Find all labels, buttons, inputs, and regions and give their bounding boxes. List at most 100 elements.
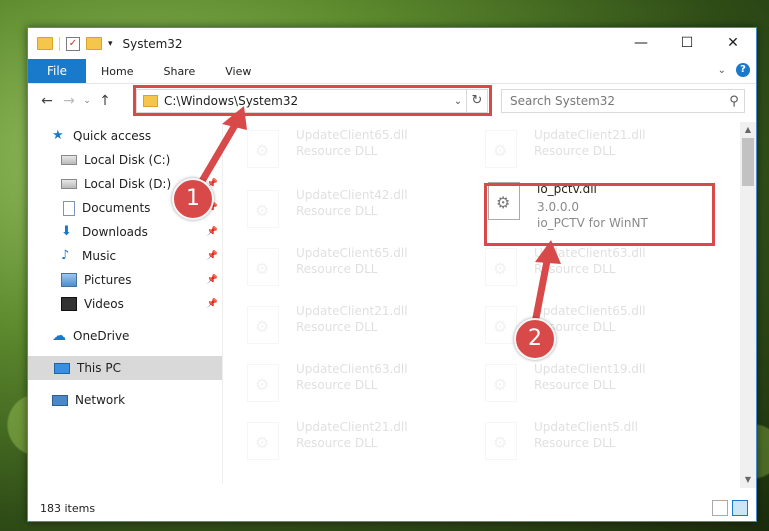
star-icon: ★ xyxy=(52,128,64,143)
pin-icon[interactable]: 📌 xyxy=(207,227,218,237)
file-item[interactable]: UpdateClient63.dll Resource DLL xyxy=(233,356,463,408)
file-item[interactable]: UpdateClient65.dll Resource DLL xyxy=(233,122,463,174)
music-icon: ♪ xyxy=(61,248,70,263)
sidebar-item-downloads[interactable]: ⬇ Downloads 📌 xyxy=(28,220,222,244)
window-controls: — ☐ ✕ xyxy=(618,28,756,58)
sidebar-item-label: Local Disk (C:) xyxy=(84,153,171,167)
file-item[interactable]: UpdateClient19.dll Resource DLL xyxy=(471,356,701,408)
file-description: Resource DLL xyxy=(296,144,378,158)
status-bar: 183 items xyxy=(28,495,756,521)
sidebar-item-label: Documents xyxy=(82,201,151,215)
file-name: UpdateClient65.dll xyxy=(296,246,408,260)
ribbon-right: ⌄ ? xyxy=(718,63,750,77)
address-bar-highlight xyxy=(133,85,492,116)
dll-file-icon xyxy=(485,422,517,460)
new-folder-icon[interactable] xyxy=(86,37,102,50)
file-item[interactable]: UpdateClient21.dll Resource DLL xyxy=(233,298,463,350)
file-description: Resource DLL xyxy=(296,320,378,334)
documents-icon xyxy=(63,200,75,216)
sidebar-item-label: This PC xyxy=(77,361,121,375)
folder-icon xyxy=(37,37,53,50)
sidebar-item-this-pc[interactable]: This PC xyxy=(28,356,222,380)
tab-file[interactable]: File xyxy=(28,59,86,83)
toolbar-divider xyxy=(59,36,60,51)
sidebar-item-quick-access[interactable]: ★ Quick access xyxy=(28,124,222,148)
sidebar-item-local-disk-c[interactable]: Local Disk (C:) xyxy=(28,148,222,172)
search-placeholder[interactable]: Search System32 xyxy=(502,94,724,108)
pictures-icon xyxy=(61,273,77,287)
sidebar-item-music[interactable]: ♪ Music 📌 xyxy=(28,244,222,268)
file-item[interactable]: UpdateClient21.dll Resource DLL xyxy=(233,414,463,466)
back-arrow-icon[interactable]: ← xyxy=(36,93,58,109)
sidebar-item-label: OneDrive xyxy=(73,329,130,343)
file-description: Resource DLL xyxy=(296,204,378,218)
tiles-view-icon[interactable] xyxy=(732,500,748,516)
cloud-icon: ☁ xyxy=(52,328,66,344)
network-icon xyxy=(52,394,68,406)
file-name: UpdateClient63.dll xyxy=(534,246,646,260)
forward-arrow-icon[interactable]: → xyxy=(58,93,80,109)
help-icon[interactable]: ? xyxy=(736,63,750,77)
file-name: UpdateClient19.dll xyxy=(534,362,646,376)
search-icon[interactable]: ⚲ xyxy=(724,94,744,109)
up-arrow-icon[interactable]: ↑ xyxy=(94,93,116,109)
window-title: System32 xyxy=(122,36,183,51)
pin-icon[interactable]: 📌 xyxy=(207,275,218,285)
minimize-button[interactable]: — xyxy=(618,28,664,58)
vertical-scrollbar[interactable]: ▲ ▼ xyxy=(740,122,756,488)
tab-share[interactable]: Share xyxy=(148,65,210,78)
computer-icon xyxy=(54,362,70,374)
scroll-down-arrow-icon[interactable]: ▼ xyxy=(740,472,756,488)
sidebar-item-label: Network xyxy=(75,393,126,407)
dll-file-icon xyxy=(247,248,279,286)
file-item[interactable]: UpdateClient65.dll Resource DLL xyxy=(471,298,701,350)
sidebar-item-label: Pictures xyxy=(84,273,132,287)
item-count: 183 items xyxy=(40,501,96,515)
customize-toolbar-chevron-icon[interactable]: ▾ xyxy=(108,39,113,49)
sidebar-item-label: Downloads xyxy=(82,225,148,239)
pin-icon[interactable]: 📌 xyxy=(207,251,218,261)
details-view-icon[interactable] xyxy=(712,500,728,516)
quick-access-toolbar: ✓ ▾ xyxy=(37,36,113,51)
file-item[interactable]: UpdateClient5.dll Resource DLL xyxy=(471,414,701,466)
dll-file-icon xyxy=(485,364,517,402)
properties-icon[interactable]: ✓ xyxy=(66,36,80,51)
tab-home[interactable]: Home xyxy=(86,65,148,78)
file-list: UpdateClient65.dll Resource DLL UpdateCl… xyxy=(233,122,739,486)
dll-file-icon xyxy=(247,306,279,344)
pin-icon[interactable]: 📌 xyxy=(207,299,218,309)
recent-locations-chevron-icon[interactable]: ⌄ xyxy=(80,96,94,106)
file-highlight xyxy=(484,183,715,246)
sidebar-item-label: Quick access xyxy=(73,129,152,143)
search-input[interactable]: Search System32 ⚲ xyxy=(501,89,745,113)
file-item[interactable]: UpdateClient65.dll Resource DLL xyxy=(233,240,463,292)
file-description: Resource DLL xyxy=(534,262,616,276)
scroll-up-arrow-icon[interactable]: ▲ xyxy=(740,122,756,138)
file-name: UpdateClient21.dll xyxy=(534,128,646,142)
dll-file-icon xyxy=(485,306,517,344)
dll-file-icon xyxy=(247,422,279,460)
sidebar-item-label: Music xyxy=(82,249,117,263)
dll-file-icon xyxy=(485,130,517,168)
file-name: UpdateClient65.dll xyxy=(296,128,408,142)
sidebar-item-pictures[interactable]: Pictures 📌 xyxy=(28,268,222,292)
file-item[interactable]: UpdateClient63.dll Resource DLL xyxy=(471,240,701,292)
close-button[interactable]: ✕ xyxy=(710,28,756,58)
scrollbar-thumb[interactable] xyxy=(742,138,754,186)
file-item[interactable]: UpdateClient21.dll Resource DLL xyxy=(471,122,701,174)
dll-file-icon xyxy=(247,190,279,228)
expand-ribbon-chevron-icon[interactable]: ⌄ xyxy=(718,65,726,76)
file-item[interactable]: UpdateClient42.dll Resource DLL xyxy=(233,182,463,234)
file-description: Resource DLL xyxy=(534,436,616,450)
maximize-button[interactable]: ☐ xyxy=(664,28,710,58)
file-description: Resource DLL xyxy=(534,378,616,392)
sidebar-item-network[interactable]: Network xyxy=(28,388,222,412)
sidebar-item-videos[interactable]: Videos 📌 xyxy=(28,292,222,316)
tab-view[interactable]: View xyxy=(210,65,266,78)
sidebar-item-label: Videos xyxy=(84,297,124,311)
sidebar-item-onedrive[interactable]: ☁ OneDrive xyxy=(28,324,222,348)
dll-file-icon xyxy=(247,130,279,168)
file-name: UpdateClient65.dll xyxy=(534,304,646,318)
file-name: UpdateClient21.dll xyxy=(296,420,408,434)
step-two-badge: 2 xyxy=(514,318,556,360)
